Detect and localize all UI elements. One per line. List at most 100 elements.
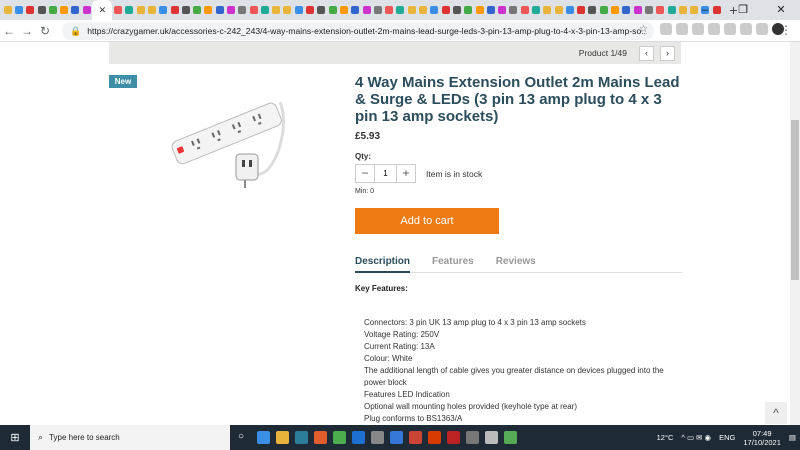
- quantity-increase-button[interactable]: +: [397, 165, 415, 182]
- browser-tab[interactable]: [237, 0, 248, 20]
- windows-start-icon[interactable]: ⊞: [0, 431, 30, 444]
- reload-icon[interactable]: ↻: [36, 24, 54, 38]
- back-to-top-button[interactable]: ^: [765, 402, 787, 424]
- browser-tab[interactable]: [158, 0, 169, 20]
- url-text[interactable]: https://crazygamer.uk/accessories-c-242_…: [87, 26, 647, 36]
- extension-icon[interactable]: [740, 23, 752, 35]
- browser-tab[interactable]: [271, 0, 282, 20]
- browser-tab[interactable]: [304, 0, 315, 20]
- browser-tab[interactable]: [609, 0, 620, 20]
- tab-features[interactable]: Features: [432, 256, 474, 273]
- browser-tab[interactable]: [451, 0, 462, 20]
- browser-tab[interactable]: [47, 0, 58, 20]
- browser-tab[interactable]: [180, 0, 191, 20]
- add-to-cart-button[interactable]: Add to cart: [355, 208, 499, 234]
- scrollbar-thumb[interactable]: [791, 120, 799, 280]
- app-icon[interactable]: [466, 431, 479, 444]
- browser-tab[interactable]: [508, 0, 519, 20]
- bookmark-star-icon[interactable]: ☆: [639, 24, 648, 35]
- tab-reviews[interactable]: Reviews: [496, 256, 536, 273]
- extension-icon[interactable]: [756, 23, 768, 35]
- app-icon[interactable]: [333, 431, 346, 444]
- browser-tab[interactable]: [124, 0, 135, 20]
- browser-tab[interactable]: [632, 0, 643, 20]
- notifications-icon[interactable]: ▤: [789, 433, 796, 442]
- weather-text[interactable]: 12°C: [657, 433, 674, 442]
- browser-tab[interactable]: [36, 0, 47, 20]
- extension-icon[interactable]: [724, 23, 736, 35]
- browser-tab[interactable]: [350, 0, 361, 20]
- browser-tab[interactable]: [81, 0, 92, 20]
- browser-tab[interactable]: [13, 0, 24, 20]
- browser-tab[interactable]: [587, 0, 598, 20]
- browser-tab[interactable]: [463, 0, 474, 20]
- browser-tab[interactable]: [327, 0, 338, 20]
- app-icon[interactable]: [390, 431, 403, 444]
- app-icon[interactable]: [428, 431, 441, 444]
- quantity-input[interactable]: [374, 165, 397, 182]
- browser-tab[interactable]: [203, 0, 214, 20]
- app-icon[interactable]: [371, 431, 384, 444]
- browser-tab[interactable]: [553, 0, 564, 20]
- browser-tab[interactable]: [214, 0, 225, 20]
- browser-menu-icon[interactable]: ⋮: [780, 23, 792, 37]
- clock[interactable]: 07:49 17/10/2021: [743, 429, 781, 447]
- app-icon[interactable]: [504, 431, 517, 444]
- browser-tab[interactable]: [655, 0, 666, 20]
- browser-tab[interactable]: [70, 0, 81, 20]
- app-icon[interactable]: [295, 431, 308, 444]
- extension-icon[interactable]: [692, 23, 704, 35]
- extension-icon[interactable]: [660, 23, 672, 35]
- minimize-button[interactable]: –: [686, 0, 724, 20]
- app-icon[interactable]: [409, 431, 422, 444]
- browser-tab[interactable]: [406, 0, 417, 20]
- browser-tab[interactable]: [666, 0, 677, 20]
- quantity-decrease-button[interactable]: −: [356, 165, 374, 182]
- extension-icon[interactable]: [676, 23, 688, 35]
- browser-tab[interactable]: [112, 0, 123, 20]
- browser-tab[interactable]: [25, 0, 36, 20]
- back-icon[interactable]: ←: [0, 24, 18, 38]
- task-view-icon[interactable]: ○: [238, 431, 251, 444]
- browser-tab[interactable]: [485, 0, 496, 20]
- browser-tab[interactable]: [282, 0, 293, 20]
- browser-tab[interactable]: [2, 0, 13, 20]
- browser-tab[interactable]: [542, 0, 553, 20]
- browser-tab[interactable]: [384, 0, 395, 20]
- close-window-button[interactable]: ✕: [762, 0, 800, 20]
- browser-tab[interactable]: [293, 0, 304, 20]
- app-icon[interactable]: [447, 431, 460, 444]
- app-icon[interactable]: [352, 431, 365, 444]
- browser-tab[interactable]: [576, 0, 587, 20]
- browser-tab[interactable]: [259, 0, 270, 20]
- forward-icon[interactable]: →: [18, 24, 36, 38]
- browser-tab[interactable]: [598, 0, 609, 20]
- browser-tab[interactable]: [564, 0, 575, 20]
- browser-tab[interactable]: [135, 0, 146, 20]
- browser-tab[interactable]: [169, 0, 180, 20]
- browser-tab[interactable]: [519, 0, 530, 20]
- browser-tab[interactable]: [338, 0, 349, 20]
- browser-tab[interactable]: [58, 0, 69, 20]
- browser-tab[interactable]: [429, 0, 440, 20]
- browser-tab[interactable]: [643, 0, 654, 20]
- browser-tab[interactable]: [225, 0, 236, 20]
- browser-tab[interactable]: [395, 0, 406, 20]
- close-tab-icon[interactable]: ✕: [99, 5, 107, 16]
- next-product-button[interactable]: ›: [660, 45, 675, 61]
- app-icon[interactable]: [257, 431, 270, 444]
- app-icon[interactable]: [276, 431, 289, 444]
- app-icon[interactable]: [485, 431, 498, 444]
- browser-tab[interactable]: [496, 0, 507, 20]
- browser-tab[interactable]: ✕: [92, 0, 113, 20]
- browser-tab[interactable]: [474, 0, 485, 20]
- browser-tab[interactable]: [440, 0, 451, 20]
- browser-tab[interactable]: [191, 0, 202, 20]
- browser-tab[interactable]: [621, 0, 632, 20]
- browser-tab[interactable]: [361, 0, 372, 20]
- previous-product-button[interactable]: ‹: [639, 45, 654, 61]
- language-indicator[interactable]: ENG: [719, 433, 735, 442]
- taskbar-search[interactable]: ⌕ Type here to search: [30, 425, 230, 450]
- product-image[interactable]: [160, 82, 290, 197]
- browser-tab[interactable]: [146, 0, 157, 20]
